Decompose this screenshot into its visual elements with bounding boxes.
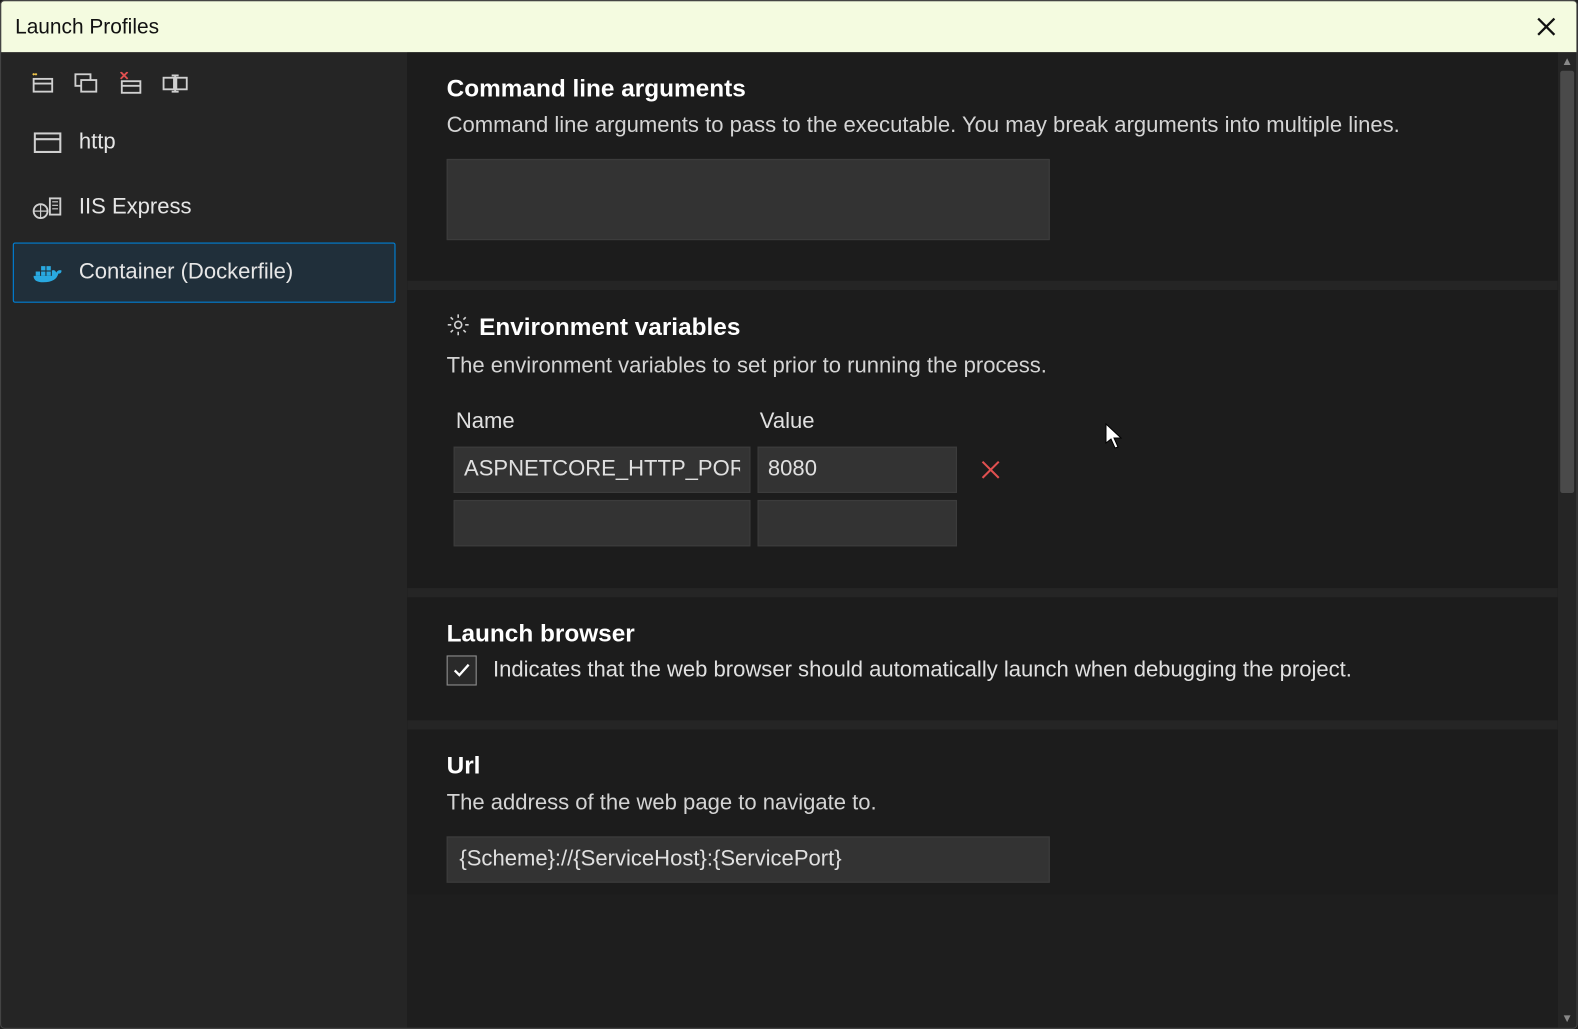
titlebar: Launch Profiles bbox=[1, 1, 1576, 52]
scrollbar-track[interactable] bbox=[1558, 71, 1577, 1009]
section-heading: Environment variables bbox=[479, 314, 740, 342]
delete-profile-button[interactable] bbox=[117, 71, 145, 97]
env-value-input[interactable] bbox=[757, 447, 957, 493]
section-launch-browser: Launch browser Indicates that the web br… bbox=[407, 598, 1558, 730]
profile-label: Container (Dockerfile) bbox=[79, 260, 293, 286]
window-icon bbox=[32, 130, 62, 156]
rename-icon bbox=[162, 73, 188, 94]
sidebar: http IIS Express bbox=[1, 52, 407, 1028]
delete-x-icon bbox=[980, 459, 1001, 480]
dialog-title: Launch Profiles bbox=[15, 15, 159, 39]
launch-browser-description: Indicates that the web browser should au… bbox=[493, 658, 1352, 684]
profile-label: http bbox=[79, 130, 116, 156]
section-description: Command line arguments to pass to the ex… bbox=[447, 110, 1519, 142]
sidebar-toolbar bbox=[13, 64, 396, 108]
env-name-input[interactable] bbox=[454, 500, 751, 546]
profile-item-iis-express[interactable]: IIS Express bbox=[13, 177, 396, 237]
rename-profile-button[interactable] bbox=[161, 71, 189, 97]
docker-icon bbox=[32, 260, 62, 286]
section-environment-variables: Environment variables The environment va… bbox=[407, 289, 1558, 597]
duplicate-icon bbox=[74, 73, 100, 94]
section-url: Url The address of the web page to navig… bbox=[407, 730, 1558, 894]
iis-icon bbox=[32, 195, 62, 221]
url-input[interactable] bbox=[447, 836, 1050, 882]
env-vars-table: Name Value bbox=[447, 398, 1015, 553]
gear-icon bbox=[447, 313, 470, 343]
profile-item-http[interactable]: http bbox=[13, 113, 396, 173]
section-heading: Url bbox=[447, 753, 1519, 781]
env-name-input[interactable] bbox=[454, 447, 751, 493]
section-heading: Command line arguments bbox=[447, 75, 1519, 103]
vertical-scrollbar[interactable]: ▲ ▼ bbox=[1558, 52, 1577, 1028]
new-profile-button[interactable] bbox=[29, 71, 57, 97]
duplicate-profile-button[interactable] bbox=[73, 71, 101, 97]
scrollbar-thumb[interactable] bbox=[1560, 71, 1574, 493]
launch-profiles-dialog: Launch Profiles bbox=[0, 0, 1578, 1029]
content-panel: Command line arguments Command line argu… bbox=[407, 52, 1576, 1028]
close-button[interactable] bbox=[1530, 10, 1562, 42]
scroll-up-button[interactable]: ▲ bbox=[1558, 52, 1577, 71]
close-icon bbox=[1536, 16, 1557, 37]
section-command-line-arguments: Command line arguments Command line argu… bbox=[407, 52, 1558, 289]
env-value-header: Value bbox=[757, 405, 957, 440]
dialog-body: http IIS Express bbox=[1, 52, 1576, 1028]
env-value-input[interactable] bbox=[757, 500, 957, 546]
command-line-arguments-input[interactable] bbox=[447, 158, 1050, 239]
env-name-header: Name bbox=[454, 405, 751, 440]
launch-browser-checkbox[interactable] bbox=[447, 656, 477, 686]
section-heading: Launch browser bbox=[447, 621, 1519, 649]
profile-label: IIS Express bbox=[79, 195, 192, 221]
table-row bbox=[454, 500, 1008, 546]
table-row bbox=[454, 447, 1008, 493]
section-description: The environment variables to set prior t… bbox=[447, 350, 1519, 382]
new-profile-icon bbox=[30, 73, 56, 94]
scroll-down-button[interactable]: ▼ bbox=[1558, 1009, 1577, 1028]
delete-profile-icon bbox=[118, 72, 144, 95]
profile-item-container-dockerfile[interactable]: Container (Dockerfile) bbox=[13, 242, 396, 302]
delete-env-var-button[interactable] bbox=[973, 453, 1008, 488]
section-description: The address of the web page to navigate … bbox=[447, 788, 1519, 820]
check-icon bbox=[452, 661, 471, 680]
